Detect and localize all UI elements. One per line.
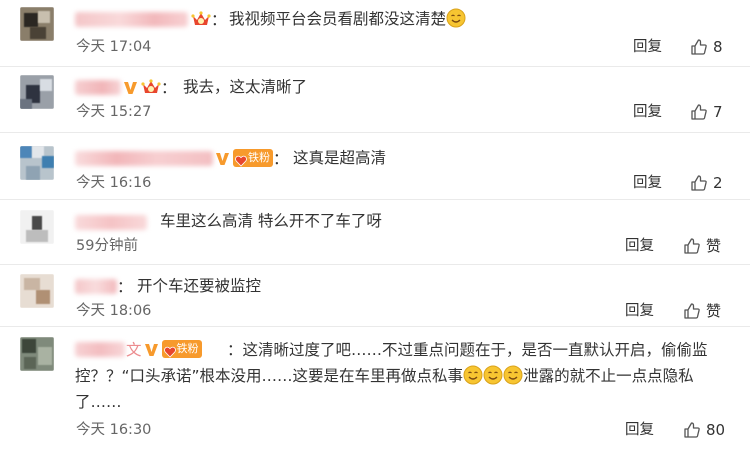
like-button[interactable]: 赞 bbox=[683, 301, 721, 321]
comment-item: ： 我视频平台会员看剧都没这清楚 今天 17:04 回复 8 bbox=[0, 0, 750, 67]
like-count: 80 bbox=[706, 421, 726, 439]
thumbs-up-icon bbox=[683, 302, 701, 320]
comment-time: 59分钟前 bbox=[76, 238, 138, 254]
thumbs-up-icon bbox=[683, 237, 701, 255]
comment-time: 今天 17:04 bbox=[76, 39, 152, 55]
heart-icon bbox=[235, 152, 247, 167]
comment-item: ： 开个车还要被监控 今天 18:06 回复 赞 bbox=[0, 265, 750, 327]
like-button[interactable]: 赞 bbox=[683, 236, 721, 256]
smile-emoji-icon bbox=[483, 365, 503, 385]
like-label: 赞 bbox=[706, 237, 722, 255]
smile-emoji-icon bbox=[446, 8, 466, 28]
username[interactable]: ： bbox=[75, 7, 227, 31]
comment-text: 我视频平台会员看剧都没这清楚 bbox=[229, 7, 466, 31]
fan-badge-label: 铁粉 bbox=[248, 151, 270, 164]
like-button[interactable]: 80 bbox=[683, 420, 725, 440]
fan-badge: 铁粉 bbox=[233, 149, 273, 167]
comment-text: ：这清晰过度了吧……不过重点问题在于，是否一直默认开启，偷偷监控？？“口头承诺”… bbox=[75, 337, 735, 415]
reply-button[interactable]: 回复 bbox=[633, 37, 662, 57]
comment-time: 今天 18:06 bbox=[76, 303, 152, 319]
avatar[interactable] bbox=[20, 7, 54, 41]
avatar[interactable] bbox=[20, 274, 54, 308]
avatar[interactable] bbox=[20, 210, 54, 244]
comment-item: 铁粉 ： 这真是超高清 今天 16:16 回复 2 bbox=[0, 133, 750, 200]
comment-text: 这真是超高清 bbox=[293, 149, 387, 167]
avatar[interactable] bbox=[20, 337, 54, 371]
vip-icon bbox=[215, 151, 230, 166]
name-colon: ： bbox=[273, 150, 289, 168]
like-count: 8 bbox=[713, 38, 723, 56]
blurred-username bbox=[75, 278, 117, 294]
comment-text: 我去，这太清晰了 bbox=[183, 78, 308, 96]
thumbs-up-icon bbox=[690, 174, 708, 192]
avatar[interactable] bbox=[20, 75, 54, 109]
blurred-username bbox=[75, 214, 147, 230]
smile-emoji-icon bbox=[463, 365, 483, 385]
comment-text: 开个车还要被监控 bbox=[137, 277, 262, 295]
username[interactable]: 铁粉 ： bbox=[75, 146, 289, 170]
reply-button[interactable]: 回复 bbox=[625, 236, 654, 256]
blurred-username bbox=[75, 79, 121, 95]
name-colon: ： bbox=[227, 341, 243, 359]
username[interactable]: ： bbox=[75, 75, 177, 99]
name-colon: ： bbox=[211, 11, 227, 29]
thumbs-up-icon bbox=[690, 103, 708, 121]
reply-button[interactable]: 回复 bbox=[625, 301, 654, 321]
blurred-username bbox=[75, 150, 213, 166]
like-button[interactable]: 2 bbox=[690, 173, 723, 193]
comment-list: ： 我视频平台会员看剧都没这清楚 今天 17:04 回复 8 ： 我去，这太清晰… bbox=[0, 0, 750, 449]
name-colon: ： bbox=[161, 79, 177, 97]
reply-button[interactable]: 回复 bbox=[625, 420, 654, 440]
username[interactable] bbox=[75, 210, 147, 234]
like-button[interactable]: 7 bbox=[690, 102, 723, 122]
comment-item: 车里这么高清 特么开不了车了呀 59分钟前 回复 赞 bbox=[0, 200, 750, 265]
comment-time: 今天 16:16 bbox=[76, 175, 152, 191]
member-crown-icon bbox=[191, 10, 211, 28]
username[interactable]: ： bbox=[75, 274, 133, 298]
thumbs-up-icon bbox=[690, 38, 708, 56]
vip-icon bbox=[123, 80, 138, 95]
blurred-username bbox=[75, 11, 188, 27]
avatar[interactable] bbox=[20, 146, 54, 180]
like-count: 7 bbox=[713, 103, 723, 121]
comment-item: ： 我去，这太清晰了 今天 15:27 回复 7 bbox=[0, 67, 750, 133]
member-crown-icon bbox=[141, 78, 161, 96]
reply-button[interactable]: 回复 bbox=[633, 173, 662, 193]
name-colon: ： bbox=[117, 278, 133, 296]
like-label: 赞 bbox=[706, 302, 722, 320]
like-count: 2 bbox=[713, 174, 723, 192]
comment-text: 车里这么高清 特么开不了车了呀 bbox=[160, 212, 382, 230]
reply-button[interactable]: 回复 bbox=[633, 102, 662, 122]
like-button[interactable]: 8 bbox=[690, 37, 723, 57]
thumbs-up-icon bbox=[683, 421, 701, 439]
comment-item: 文 铁粉 ：这清晰过度了吧……不过重点问题在于，是否一直默认开启，偷偷监控？？“… bbox=[0, 327, 750, 449]
smile-emoji-icon bbox=[503, 365, 523, 385]
comment-body: 我视频平台会员看剧都没这清楚 bbox=[229, 10, 447, 28]
comment-time: 今天 16:30 bbox=[76, 422, 152, 438]
comment-time: 今天 15:27 bbox=[76, 104, 152, 120]
